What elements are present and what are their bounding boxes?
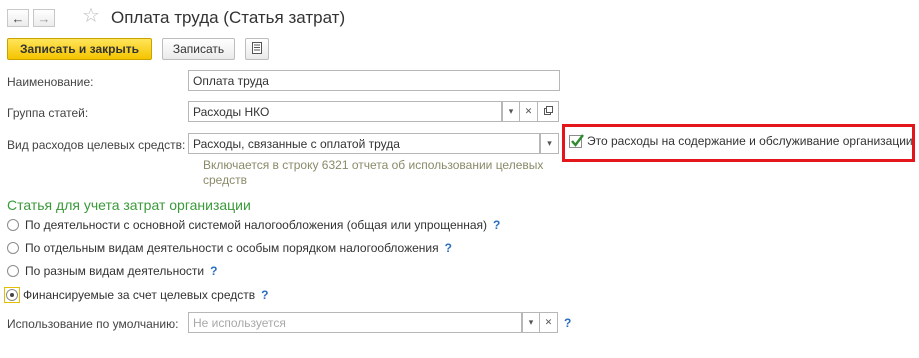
- back-button[interactable]: ←: [7, 9, 29, 27]
- group-clear-button[interactable]: ✕: [520, 101, 538, 122]
- radio-button[interactable]: [7, 265, 19, 277]
- radio-focus-frame: [4, 287, 20, 303]
- forward-button[interactable]: →: [33, 9, 55, 27]
- radio-button[interactable]: [7, 219, 19, 231]
- radio-option-targeted-funds[interactable]: Финансируемые за счет целевых средств ?: [4, 287, 268, 303]
- hint-line-1: Включается в строку 6321 отчета об испол…: [203, 158, 544, 172]
- save-and-close-button[interactable]: Записать и закрыть: [7, 38, 152, 60]
- open-form-icon: [543, 106, 553, 117]
- clear-icon: ✕: [544, 317, 553, 327]
- help-icon[interactable]: ?: [261, 288, 268, 302]
- arrow-left-icon: ←: [11, 10, 25, 26]
- group-label: Группа статей:: [7, 106, 89, 120]
- clear-icon: ✕: [524, 106, 533, 116]
- group-field[interactable]: Расходы НКО: [188, 101, 502, 122]
- default-usage-placeholder: Не используется: [193, 315, 286, 330]
- help-icon[interactable]: ?: [445, 241, 452, 255]
- list-icon: [252, 41, 262, 57]
- default-usage-clear-button[interactable]: ✕: [540, 312, 558, 333]
- hint-line-2: средств: [203, 173, 247, 187]
- help-icon[interactable]: ?: [564, 316, 571, 330]
- arrow-right-icon: →: [37, 10, 51, 26]
- name-label: Наименование:: [7, 75, 94, 89]
- default-usage-dropdown-button[interactable]: ▾: [522, 312, 540, 333]
- maintenance-checkbox-row[interactable]: Это расходы на содержание и обслуживание…: [569, 133, 913, 148]
- group-dropdown-button[interactable]: ▾: [502, 101, 520, 122]
- expense-type-value: Расходы, связанные с оплатой труда: [193, 136, 400, 151]
- expense-type-label: Вид расходов целевых средств:: [7, 138, 186, 152]
- radio-option-main-tax[interactable]: По деятельности с основной системой нало…: [7, 218, 500, 232]
- help-icon[interactable]: ?: [210, 264, 217, 278]
- section-title: Статья для учета затрат организации: [7, 197, 251, 213]
- group-value: Расходы НКО: [193, 104, 270, 119]
- help-icon[interactable]: ?: [493, 218, 500, 232]
- expense-type-hint: Включается в строку 6321 отчета об испол…: [203, 158, 543, 188]
- radio-button-selected[interactable]: [6, 289, 18, 301]
- radio-button[interactable]: [7, 242, 19, 254]
- dropdown-arrow-icon: ▾: [528, 317, 534, 327]
- default-usage-field[interactable]: Не используется: [188, 312, 522, 333]
- radio-option-various[interactable]: По разным видам деятельности ?: [7, 264, 217, 278]
- radio-label: По деятельности с основной системой нало…: [25, 218, 488, 232]
- maintenance-checkbox[interactable]: [569, 133, 584, 148]
- report-menu-button[interactable]: [245, 38, 269, 60]
- radio-option-special-tax[interactable]: По отдельным видам деятельности с особым…: [7, 241, 452, 255]
- dropdown-arrow-icon: ▾: [547, 138, 552, 148]
- favorite-star-icon[interactable]: ☆: [82, 6, 100, 26]
- radio-label: По разным видам деятельности: [25, 264, 205, 278]
- maintenance-checkbox-label: Это расходы на содержание и обслуживание…: [587, 134, 913, 148]
- group-open-button[interactable]: [538, 101, 559, 122]
- expense-type-field[interactable]: Расходы, связанные с оплатой труда: [188, 133, 540, 154]
- default-usage-label: Использование по умолчанию:: [7, 317, 179, 331]
- expense-type-dropdown-button[interactable]: ▾: [540, 133, 559, 154]
- window-title: Оплата труда (Статья затрат): [111, 8, 346, 27]
- checkmark-icon: [571, 133, 584, 147]
- radio-label: Финансируемые за счет целевых средств: [23, 288, 256, 302]
- dropdown-arrow-icon: ▾: [508, 106, 514, 116]
- save-button[interactable]: Записать: [162, 38, 235, 60]
- name-field[interactable]: Оплата труда: [188, 70, 560, 91]
- radio-label: По отдельным видам деятельности с особым…: [25, 241, 439, 255]
- name-value: Оплата труда: [193, 73, 269, 88]
